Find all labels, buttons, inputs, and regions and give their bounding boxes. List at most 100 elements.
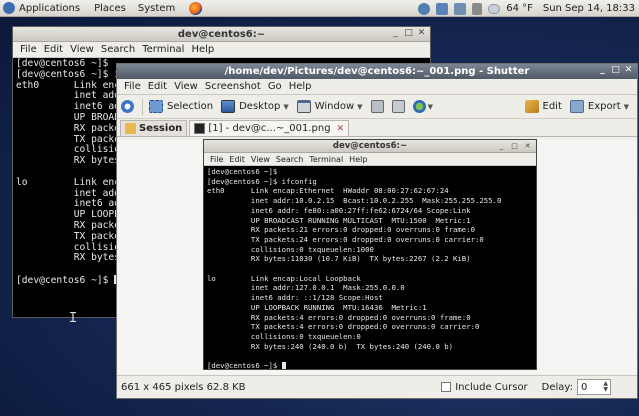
clock[interactable]: Sun Sep 14, 18:33: [543, 3, 635, 14]
weather-icon[interactable]: [488, 3, 501, 14]
update-icon[interactable]: [436, 2, 449, 15]
back-terminal-titlebar[interactable]: dev@centos6:~ _ □ ✕: [13, 27, 430, 42]
network-icon[interactable]: [454, 2, 467, 15]
screenshot-terminal-window: dev@centos6:~ _ □ ✕ File Edit View Searc…: [203, 139, 537, 370]
menu-view: View: [250, 154, 270, 164]
export-button[interactable]: Export ▼: [569, 100, 629, 113]
shutter-tray-icon[interactable]: [418, 2, 431, 15]
web-capture-icon[interactable]: [412, 100, 426, 113]
menu-search: Search: [275, 154, 304, 164]
desktop-button[interactable]: Desktop ▼: [221, 100, 289, 113]
terminal-line: RX bytes:11030 (10.7 KiB) TX bytes:2267 …: [207, 254, 471, 264]
applications-menu[interactable]: Applications: [19, 3, 80, 14]
menu-view[interactable]: View: [174, 81, 198, 92]
tab-session[interactable]: Session: [120, 120, 188, 136]
web-dropdown-icon[interactable]: ▼: [428, 103, 433, 111]
desktop-label: Desktop: [239, 101, 281, 112]
terminal-line: lo Link encap:Local Loopback: [207, 273, 361, 283]
menu-edit[interactable]: Edit: [148, 81, 167, 92]
shutter-menubar: File Edit View Screenshot Go Help: [117, 79, 637, 95]
menu-terminal: Terminal: [309, 154, 344, 164]
delay-label: Delay:: [541, 381, 573, 393]
menu-screenshot[interactable]: Screenshot: [205, 81, 261, 92]
menu-help: Help: [349, 154, 368, 164]
export-dropdown-icon[interactable]: ▼: [624, 103, 629, 111]
spinner-arrows-icon[interactable]: ▲ ▼: [603, 381, 608, 393]
terminal-line: inet6 addr: fe80::a00:27ff:fe62:6724/64 …: [207, 205, 471, 215]
firefox-launcher-icon[interactable]: [189, 1, 203, 15]
minimize-icon[interactable]: _: [598, 66, 607, 75]
delay-value: 0: [581, 381, 588, 393]
minimize-icon: _: [499, 142, 504, 150]
menu-view[interactable]: View: [70, 44, 94, 55]
terminal-line: eth0 Link encap:Ethernet HWaddr 08:00:27…: [207, 186, 449, 196]
tooltip-capture-icon[interactable]: [391, 100, 405, 113]
close-icon[interactable]: ✕: [624, 66, 633, 75]
shutter-titlebar[interactable]: /home/dev/Pictures/dev@centos6:~_001.png…: [117, 64, 637, 79]
maximize-icon[interactable]: □: [611, 66, 620, 75]
places-menu[interactable]: Places: [94, 3, 126, 14]
menu-terminal[interactable]: Terminal: [142, 44, 184, 55]
tab-close-icon[interactable]: ✕: [337, 124, 345, 134]
toolbar-separator: [142, 98, 143, 115]
weather-temp[interactable]: 64 °F: [506, 3, 533, 14]
image-thumb-icon: [194, 123, 206, 134]
image-canvas[interactable]: dev@centos6:~ _ □ ✕ File Edit View Searc…: [117, 139, 637, 376]
menu-go[interactable]: Go: [268, 81, 282, 92]
menu-capture-icon[interactable]: [370, 100, 384, 113]
terminal-line: collisions:0 txqueuelen:0: [207, 331, 361, 341]
terminal-line: RX bytes:240 (240.0 b) TX bytes:240 (240…: [207, 341, 454, 351]
minimize-icon[interactable]: _: [391, 29, 400, 38]
menu-file[interactable]: File: [20, 44, 37, 55]
window-label: Window: [314, 101, 355, 112]
terminal-line: inet addr:127.0.0.1 Mask:255.0.0.0: [207, 283, 405, 293]
edit-button[interactable]: Edit: [524, 100, 562, 113]
shutter-toolbar: Selection Desktop ▼ Window ▼ ▼ Edit Expo…: [117, 95, 637, 119]
refresh-icon[interactable]: [121, 100, 134, 113]
selection-button[interactable]: Selection: [149, 100, 213, 113]
desktop-icon: [221, 100, 236, 113]
terminal-line: [dev@centos6 ~]$ ifconfig: [207, 176, 317, 186]
export-label: Export: [587, 101, 621, 112]
text-cursor: [281, 362, 286, 369]
system-menu[interactable]: System: [138, 3, 175, 14]
screenshot-terminal-titlebar: dev@centos6:~ _ □ ✕: [204, 140, 536, 153]
maximize-icon[interactable]: □: [404, 29, 413, 38]
terminal-line: RX packets:4 errors:0 dropped:0 overruns…: [207, 312, 471, 322]
terminal-line: TX packets:24 errors:0 dropped:0 overrun…: [207, 234, 484, 244]
menu-file: File: [210, 154, 224, 164]
edit-label: Edit: [542, 101, 562, 112]
menu-help[interactable]: Help: [191, 44, 214, 55]
back-terminal-menubar: File Edit View Search Terminal Help: [13, 42, 430, 58]
window-button[interactable]: Window ▼: [296, 100, 363, 113]
menu-help[interactable]: Help: [289, 81, 312, 92]
window-dropdown-icon[interactable]: ▼: [357, 103, 362, 111]
terminal-line: [dev@centos6 ~]$: [207, 361, 533, 369]
screenshot-terminal-title: dev@centos6:~: [332, 141, 408, 151]
menu-edit[interactable]: Edit: [44, 44, 63, 55]
tab-file[interactable]: [1] - dev@c...~_001.png ✕: [189, 120, 350, 136]
menu-file[interactable]: File: [124, 81, 141, 92]
delay-spinner[interactable]: 0 ▲ ▼: [577, 379, 611, 395]
folder-icon: [125, 123, 136, 134]
back-terminal-title: dev@centos6:~: [177, 28, 266, 40]
terminal-line: inet6 addr: ::1/128 Scope:Host: [207, 293, 383, 303]
shutter-window[interactable]: /home/dev/Pictures/dev@centos6:~_001.png…: [116, 63, 638, 399]
window-icon: [296, 100, 311, 113]
include-cursor-checkbox[interactable]: [441, 382, 452, 392]
mouse-ibeam-cursor-icon: [70, 312, 76, 322]
terminal-line: [dev@centos6 ~]$: [207, 167, 278, 176]
selection-label: Selection: [167, 101, 214, 112]
tab-session-label: Session: [139, 123, 183, 134]
close-icon[interactable]: ✕: [417, 29, 426, 38]
desktop-dropdown-icon[interactable]: ▼: [283, 103, 288, 111]
include-cursor-label[interactable]: Include Cursor: [455, 382, 527, 393]
volume-icon[interactable]: [472, 2, 483, 15]
shutter-title: /home/dev/Pictures/dev@centos6:~_001.png…: [224, 66, 530, 77]
screenshot-terminal-menubar: File Edit View Search Terminal Help: [204, 153, 536, 166]
image-info: 661 x 465 pixels 62.8 KB: [121, 381, 246, 393]
screenshot-terminal-output: [dev@centos6 ~]$ [dev@centos6 ~]$ ifconfi…: [204, 166, 536, 369]
menu-search[interactable]: Search: [101, 44, 135, 55]
